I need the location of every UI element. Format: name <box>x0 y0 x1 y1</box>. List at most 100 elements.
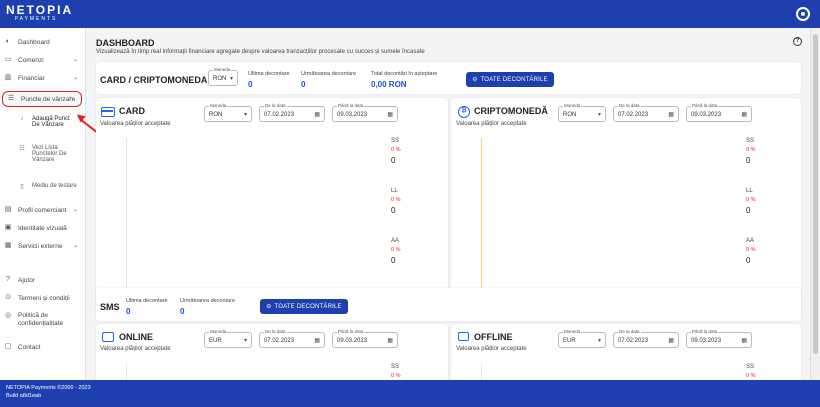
caret-down-icon: ▾ <box>243 338 247 344</box>
legend-percent: 0 % <box>746 247 756 253</box>
field-value: EUR <box>209 338 222 344</box>
credit-card-icon <box>101 107 115 117</box>
from-date-field[interactable]: De la data 07.02.2023 ▦ <box>259 103 325 122</box>
from-date-field[interactable]: De la data 07.02.2023 ▦ <box>613 329 679 348</box>
currency-select[interactable]: Moneda RON ▾ <box>208 67 238 86</box>
legend-value: 0 <box>746 156 751 165</box>
sidebar-item-servicii-externe[interactable]: ▦ Servicii externe ⌄ <box>0 238 86 254</box>
offline-chart-area <box>481 364 731 380</box>
test-env-icon: ▯ <box>20 184 24 190</box>
sidebar-item-ajutor[interactable]: ? Ajutor <box>0 272 86 288</box>
stat-value: 0,00 RON <box>371 80 407 89</box>
sidebar-item-label: Contact <box>18 343 41 351</box>
sidebar-item-puncte-de-vanzare[interactable]: ☰ Puncte de vânzare ⌃ <box>2 91 82 107</box>
legend-value: 0 <box>391 156 396 165</box>
field-value: 09.03.2023 <box>337 338 368 344</box>
caret-down-icon: ▾ <box>597 338 601 344</box>
to-date-field[interactable]: Până la data 09.03.2023 ▦ <box>686 329 752 348</box>
privacy-icon: ◎ <box>4 312 12 319</box>
calendar-icon[interactable]: ▦ <box>668 337 674 344</box>
sidebar-subitem-lista-puncte[interactable]: ☷ Vezi Lista Punctelor De Vânzare <box>18 145 82 163</box>
all-settlements-button[interactable]: ⊖ TOATE DECONTĂRILE <box>466 72 554 87</box>
footer-copyright: NETOPIA Payments ©2000 - 2023 <box>6 385 91 391</box>
services-icon: ▦ <box>4 242 12 249</box>
panel-subtitle: Valoarea plăților acceptate <box>456 121 527 127</box>
legend-value: 0 <box>391 206 396 215</box>
to-date-field[interactable]: Până la data 09.03.2023 ▦ <box>686 103 752 122</box>
sidebar-subitem-adauga-punct[interactable]: ♪ Adaugă Punct De Vânzare <box>18 116 82 128</box>
field-label: Până la data <box>337 329 365 334</box>
stat-label: Ultima decontare <box>248 71 290 77</box>
legend-percent: 0 % <box>391 373 401 379</box>
field-value: 07.02.2023 <box>618 338 649 344</box>
sms-all-settlements-button[interactable]: ⊖ TOATE DECONTĂRILE <box>260 299 348 314</box>
to-date-field[interactable]: Până la data 09.03.2023 ▦ <box>332 329 398 348</box>
calendar-icon[interactable]: ▦ <box>314 111 320 118</box>
main-scrollbar[interactable] <box>810 28 820 380</box>
chevron-down-icon: ⌄ <box>72 243 78 249</box>
sidebar-item-comenzi[interactable]: ▭ Comenzi ⌄ <box>0 52 86 68</box>
field-label: Până la data <box>337 103 365 108</box>
field-label: Până la data <box>691 103 719 108</box>
field-label: De la data <box>264 103 287 108</box>
panel-title: CARD <box>119 106 145 116</box>
chat-icon <box>458 332 469 341</box>
legend-name: SS <box>391 138 400 144</box>
chevron-down-icon: ⌄ <box>72 75 78 81</box>
user-account-icon[interactable] <box>796 7 810 21</box>
field-label: Moneda <box>213 67 232 72</box>
caret-down-icon: ▾ <box>243 112 247 118</box>
field-label: De la data <box>618 329 641 334</box>
finance-icon: ▥ <box>4 74 12 81</box>
panel-title: ONLINE <box>119 332 154 342</box>
list-icon: ☷ <box>19 146 25 152</box>
legend-percent: 0 % <box>746 373 756 379</box>
help-icon[interactable]: ? <box>793 37 802 46</box>
sidebar-item-label: Dashboard <box>18 38 50 46</box>
field-label: De la data <box>618 103 641 108</box>
netopia-logo[interactable]: NETOPIA PAYMENTS <box>6 4 71 23</box>
sidebar-item-termeni[interactable]: ⊙ Termeni și condiții <box>0 290 86 306</box>
top-bar: NETOPIA PAYMENTS <box>0 0 820 28</box>
currency-select[interactable]: Moneda EUR ▾ <box>558 329 606 348</box>
field-label: Moneda <box>209 329 228 334</box>
calendar-icon[interactable]: ▦ <box>741 337 747 344</box>
sidebar-item-financiar[interactable]: ▥ Financiar ⌄ <box>0 70 86 86</box>
sidebar-item-label: Ajutor <box>18 276 35 284</box>
currency-select[interactable]: Moneda RON ▾ <box>558 103 606 122</box>
calendar-icon[interactable]: ▦ <box>387 337 393 344</box>
from-date-field[interactable]: De la data 07.02.2023 ▦ <box>613 103 679 122</box>
field-value: 07.02.2023 <box>264 112 295 118</box>
orders-icon: ▭ <box>4 56 12 63</box>
sidebar-item-identitate-vizuala[interactable]: ▣ Identitate vizuală <box>0 220 86 236</box>
calendar-icon[interactable]: ▦ <box>387 111 393 118</box>
chevron-down-icon: ⌄ <box>72 207 78 213</box>
card-crypto-summary: CARD / CRIPTOMONEDA Moneda RON ▾ Ultima … <box>96 62 801 94</box>
online-panel: ONLINE Valoarea plăților acceptate Moned… <box>96 324 448 380</box>
sidebar-item-politica[interactable]: ◎ Politică de confidențialitate <box>0 312 86 334</box>
currency-select[interactable]: Moneda RON ▾ <box>204 103 252 122</box>
sidebar-item-profil-comerciant[interactable]: ▤ Profil comerciant ⌄ <box>0 202 86 218</box>
sidebar-item-label: Comenzi <box>18 56 44 64</box>
monitor-icon <box>102 332 114 342</box>
scrollbar-thumb[interactable] <box>813 34 818 354</box>
bitcoin-icon: ₿ <box>458 106 470 118</box>
calendar-icon[interactable]: ▦ <box>314 337 320 344</box>
card-panel: CARD Valoarea plăților acceptate Moneda … <box>96 98 448 308</box>
sidebar-subitem-mediu-testare[interactable]: ▯ Mediu de testare <box>18 183 82 190</box>
sidebar-item-dashboard[interactable]: ◐ Dashboard <box>0 34 86 50</box>
legend-value: 0 <box>746 206 751 215</box>
currency-select[interactable]: Moneda EUR ▾ <box>204 329 252 348</box>
card-chart-area <box>126 138 378 293</box>
sidebar-item-contact[interactable]: ▢ Contact <box>0 339 86 355</box>
terms-icon: ⊙ <box>5 294 11 301</box>
from-date-field[interactable]: De la data 07.02.2023 ▦ <box>259 329 325 348</box>
contact-icon: ▢ <box>4 343 12 350</box>
field-label: Moneda <box>563 103 582 108</box>
panel-subtitle: Valoarea plăților acceptate <box>100 121 171 127</box>
button-label: TOATE DECONTĂRILE <box>480 76 548 83</box>
caret-down-icon: ▾ <box>597 112 601 118</box>
to-date-field[interactable]: Până la data 09.03.2023 ▦ <box>332 103 398 122</box>
calendar-icon[interactable]: ▦ <box>668 111 674 118</box>
calendar-icon[interactable]: ▦ <box>741 111 747 118</box>
